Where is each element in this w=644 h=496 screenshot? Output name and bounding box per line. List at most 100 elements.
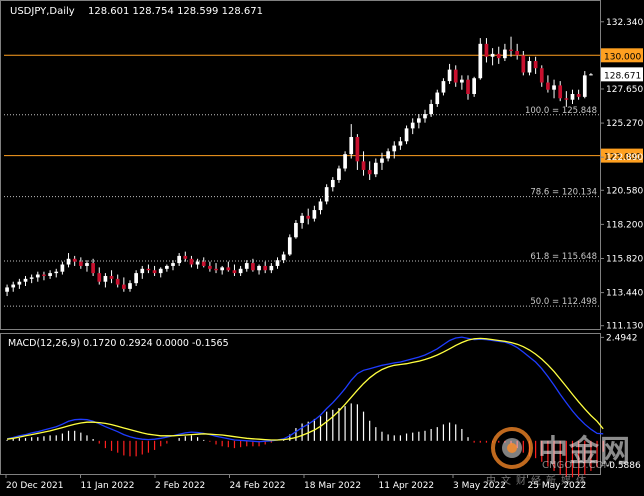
- candle-body: [165, 265, 169, 269]
- price-tick-label: 122.890: [606, 153, 643, 163]
- candle-body: [220, 267, 225, 271]
- candle-body: [343, 154, 347, 169]
- candle-body: [503, 49, 507, 59]
- chart-symbol: USDJPY,Daily: [10, 6, 75, 17]
- candle-body: [42, 274, 46, 276]
- candle-body: [527, 61, 532, 73]
- candle-body: [257, 265, 261, 271]
- candle-body: [361, 161, 366, 170]
- candle-body: [134, 273, 138, 284]
- candle-body: [410, 122, 415, 129]
- candle-body: [214, 268, 218, 271]
- candle-body: [484, 43, 489, 57]
- candle-body: [558, 85, 563, 99]
- fib-label-1: 78.6 = 120.134: [530, 188, 597, 198]
- candle-body: [103, 275, 108, 282]
- candle-body: [226, 267, 231, 271]
- candle-body: [496, 53, 501, 59]
- candle-body: [312, 210, 317, 219]
- candle-body: [287, 237, 292, 255]
- fib-label-0: 100.0 = 125.848: [525, 106, 597, 116]
- candle-body: [183, 255, 188, 259]
- candle-body: [263, 265, 268, 271]
- candle-body: [466, 79, 470, 94]
- candle-body: [11, 284, 16, 288]
- fib-label-3: 50.0 = 112.498: [530, 297, 597, 307]
- candle-body: [380, 158, 384, 163]
- candle-body: [238, 268, 243, 274]
- candle-body: [453, 69, 458, 83]
- candle-body: [367, 169, 372, 175]
- candle-body: [85, 263, 89, 266]
- candle-body: [60, 264, 65, 272]
- candle-body: [48, 273, 52, 276]
- candle-body: [294, 222, 298, 238]
- price-tick-label: 127.650: [606, 85, 643, 95]
- price-tick-label: 132.340: [606, 18, 643, 28]
- candle-body: [158, 268, 163, 274]
- candle-body: [109, 275, 114, 279]
- candle-body: [478, 43, 483, 79]
- candle-body: [404, 128, 409, 142]
- candle-body: [128, 283, 132, 289]
- candle-body: [122, 284, 126, 289]
- watermark-logo: 中金网 CNGOLD.COM 中文财经新媒体: [486, 424, 644, 487]
- candle-body: [521, 55, 526, 73]
- price-tick-label: 118.200: [606, 220, 643, 230]
- candle-body: [373, 162, 378, 175]
- candle-body: [392, 145, 397, 152]
- candle-body: [91, 263, 95, 274]
- candle-body: [355, 136, 360, 162]
- candle-body: [281, 254, 286, 261]
- x-tick-label: 2 Feb 2022: [155, 481, 205, 491]
- watermark-url: CNGOLD.COM: [542, 460, 613, 471]
- candle-body: [576, 93, 581, 97]
- candle-body: [490, 53, 495, 57]
- candle-body: [72, 258, 77, 262]
- candle-body: [146, 268, 151, 271]
- watermark-sub: 中文财经新媒体: [486, 476, 591, 487]
- candle-body: [546, 82, 550, 90]
- candle-body: [472, 78, 476, 94]
- candle-body: [435, 92, 440, 105]
- candle-body: [201, 261, 206, 266]
- candle-body: [564, 98, 569, 100]
- candle-body: [244, 263, 249, 269]
- candle-body: [349, 136, 354, 155]
- candle-body: [447, 69, 452, 82]
- candle-body: [552, 85, 556, 90]
- candle-body: [171, 263, 175, 266]
- candle-body: [398, 141, 403, 146]
- candle-body: [251, 263, 255, 271]
- chart-canvas: 130.000123.000100.0 = 125.84878.6 = 120.…: [0, 0, 643, 491]
- candle-body: [300, 215, 304, 223]
- x-tick-label: 18 Mar 2022: [304, 481, 361, 491]
- candle-body: [582, 75, 587, 97]
- candle-body: [423, 114, 427, 119]
- price-tick-label: 120.580: [606, 186, 643, 196]
- candle-body: [386, 151, 390, 159]
- candle-body: [177, 255, 181, 264]
- x-tick-label: 24 Feb 2022: [230, 481, 286, 491]
- candle-body: [417, 118, 421, 123]
- price-tick-label: 125.270: [606, 119, 643, 129]
- candle-body: [330, 179, 335, 188]
- candle-body: [460, 79, 464, 83]
- candle-body: [533, 61, 538, 69]
- candle-body: [324, 187, 329, 202]
- price-tick-label: 111.130: [606, 322, 643, 332]
- candle-body: [78, 261, 83, 266]
- candle-body: [539, 68, 544, 83]
- x-tick-label: 11 Jan 2022: [81, 481, 135, 491]
- candle-body: [17, 281, 22, 285]
- candle-body: [35, 274, 40, 278]
- fib-label-2: 61.8 = 115.648: [530, 252, 597, 262]
- macd-title: MACD(12,26,9) 0.1720 0.2924 0.0000 -0.15…: [8, 338, 229, 349]
- current-price-tag: 128.671: [604, 71, 641, 81]
- chart-ohlc: 128.601 128.754 128.599 128.671: [88, 6, 263, 17]
- logo-icon: [491, 427, 533, 469]
- price-tick-label: 113.440: [606, 289, 643, 299]
- candle-body: [269, 265, 274, 271]
- candle-body: [570, 93, 575, 100]
- candle-body: [66, 258, 71, 265]
